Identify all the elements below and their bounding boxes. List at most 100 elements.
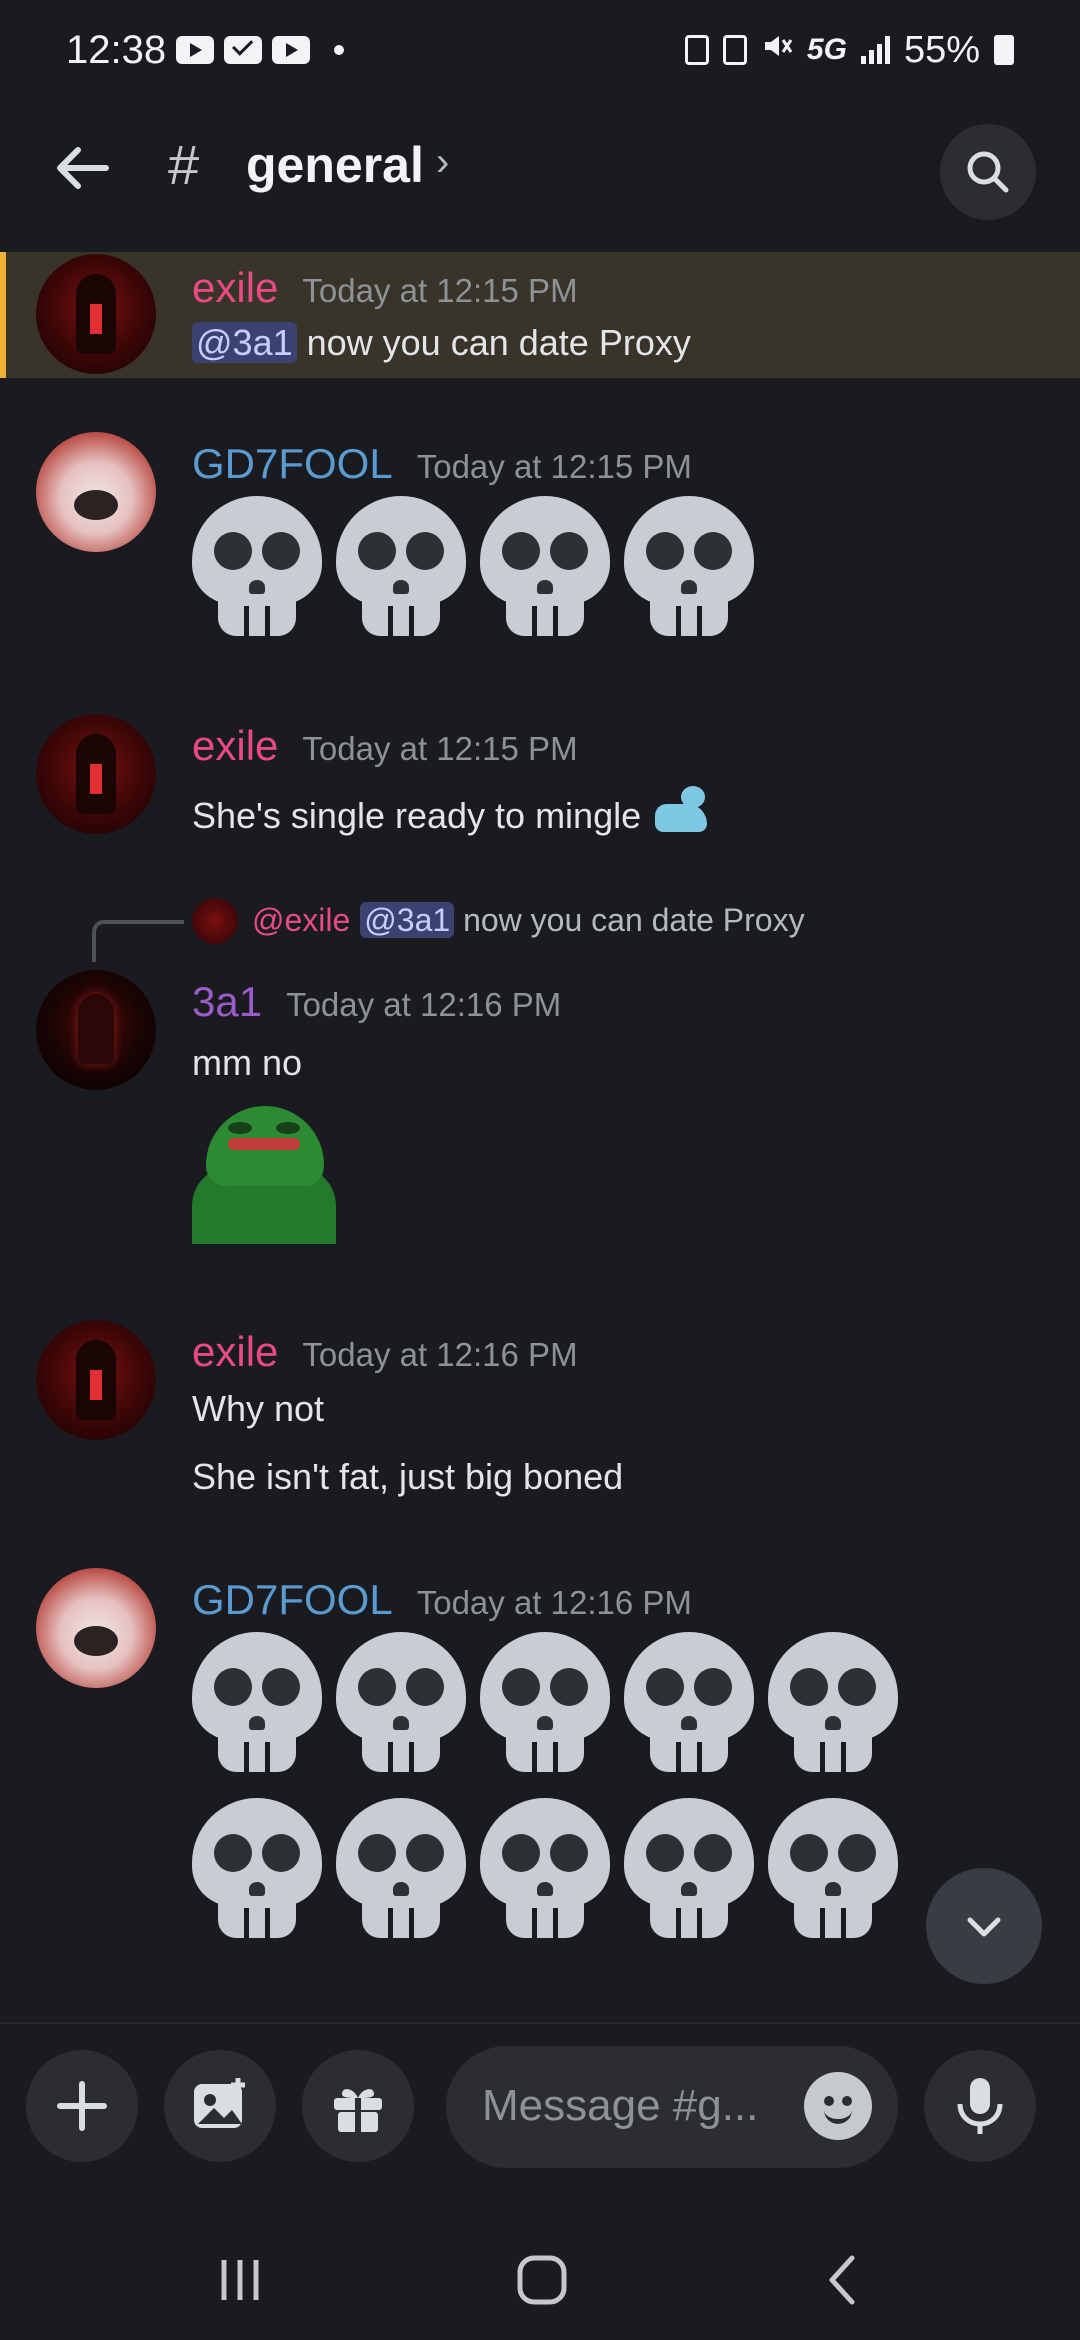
message-text: @3a1 now you can date Proxy	[192, 322, 691, 364]
plus-icon	[57, 2081, 107, 2131]
skull-emoji-icon	[768, 1632, 898, 1772]
message-timestamp: Today at 12:15 PM	[302, 730, 578, 767]
add-attachment-button[interactable]	[26, 2050, 138, 2162]
youtube-icon	[272, 36, 311, 64]
skull-emoji-icon	[768, 1798, 898, 1938]
skull-emoji-icon	[480, 496, 610, 636]
channel-header: # general ›	[0, 110, 1080, 225]
composer-divider	[0, 2022, 1080, 2024]
status-time: 12:38	[66, 27, 167, 72]
channel-hash-icon: #	[168, 133, 200, 196]
skull-emoji-icon	[624, 1798, 754, 1938]
avatar[interactable]	[36, 1568, 156, 1688]
recent-apps-icon	[221, 2260, 259, 2300]
avatar[interactable]	[36, 714, 156, 834]
search-button[interactable]	[940, 124, 1036, 220]
message-header: 3a1 Today at 12:16 PM	[192, 978, 561, 1026]
skull-emoji-icon	[480, 1798, 610, 1938]
message-input[interactable]	[482, 2076, 782, 2136]
reply-avatar	[192, 898, 238, 944]
message-text: mm no	[192, 1042, 303, 1083]
message-timestamp: Today at 12:15 PM	[302, 272, 578, 309]
author-name[interactable]: exile	[192, 264, 278, 312]
battery-icon	[994, 35, 1014, 65]
notification-dot-icon	[334, 45, 345, 55]
network-type: 5G	[806, 33, 847, 66]
message-header: GD7FOOL Today at 12:16 PM	[192, 1576, 692, 1624]
chevron-right-icon[interactable]: ›	[436, 140, 449, 185]
reply-body: now you can date Proxy	[454, 902, 805, 938]
system-back-button[interactable]	[804, 2240, 884, 2320]
back-chevron-icon	[829, 2255, 855, 2305]
status-left: 12:38	[66, 27, 345, 73]
channel-title[interactable]: general	[246, 136, 424, 194]
avatar[interactable]	[36, 254, 156, 374]
emoji-row	[192, 496, 754, 636]
scroll-to-bottom-button[interactable]	[926, 1868, 1042, 1984]
author-name[interactable]: GD7FOOL	[192, 440, 393, 488]
message-item[interactable]: exile Today at 12:16 PM Why not She isn'…	[0, 1318, 1080, 1518]
author-name[interactable]: exile	[192, 1328, 278, 1376]
skull-emoji-icon	[624, 496, 754, 636]
gift-icon	[334, 2089, 382, 2132]
author-name[interactable]: GD7FOOL	[192, 1576, 393, 1624]
skull-emoji-icon	[336, 1632, 466, 1772]
microphone-icon	[957, 2078, 1003, 2134]
dinosaur-emoji-icon	[651, 782, 711, 838]
message-body: now you can date Proxy	[296, 322, 691, 363]
emoji-row	[192, 1798, 898, 1938]
skull-emoji-icon	[192, 1632, 322, 1772]
message-timestamp: Today at 12:15 PM	[416, 448, 692, 485]
message-header: exile Today at 12:15 PM	[192, 264, 578, 312]
status-right: 5G 55%	[684, 29, 1014, 72]
avatar[interactable]	[36, 432, 156, 552]
status-bar: 12:38 5G 55%	[0, 0, 1080, 100]
avatar[interactable]	[36, 1320, 156, 1440]
message-header: GD7FOOL Today at 12:15 PM	[192, 440, 692, 488]
message-timestamp: Today at 12:16 PM	[416, 1584, 692, 1621]
gallery-button[interactable]	[164, 2050, 276, 2162]
pepe-sticker[interactable]	[192, 1106, 336, 1244]
message-header: exile Today at 12:15 PM	[192, 722, 578, 770]
youtube-icon	[176, 36, 215, 64]
message-item[interactable]: GD7FOOL Today at 12:16 PM	[0, 1566, 1080, 1966]
back-arrow-icon[interactable]	[52, 138, 112, 198]
author-name[interactable]: 3a1	[192, 978, 262, 1026]
emoji-button[interactable]	[804, 2072, 872, 2140]
skull-emoji-icon	[192, 1798, 322, 1938]
skull-emoji-icon	[192, 496, 322, 636]
message-text: She isn't fat, just big boned	[192, 1456, 624, 1497]
message-item[interactable]: exile Today at 12:15 PM She's single rea…	[0, 712, 1080, 852]
skull-emoji-icon	[480, 1632, 610, 1772]
recent-apps-button[interactable]	[200, 2240, 280, 2320]
reply-preview[interactable]: @exile @3a1 now you can date Proxy	[252, 902, 805, 939]
home-button[interactable]	[502, 2240, 582, 2320]
skull-emoji-icon	[624, 1632, 754, 1772]
skull-emoji-icon	[336, 1798, 466, 1938]
user-mention[interactable]: @3a1	[192, 322, 297, 363]
message-text: She's single ready to mingle	[192, 782, 711, 838]
message-item[interactable]: GD7FOOL Today at 12:15 PM	[0, 430, 1080, 650]
message-item[interactable]: exile Today at 12:15 PM @3a1 now you can…	[0, 252, 1080, 378]
nfc-icon	[722, 35, 747, 65]
message-timestamp: Today at 12:16 PM	[286, 986, 562, 1023]
mute-icon	[761, 29, 793, 72]
search-icon	[967, 151, 1009, 193]
message-body: She's single ready to mingle	[192, 795, 652, 836]
message-header: exile Today at 12:16 PM	[192, 1328, 578, 1376]
message-timestamp: Today at 12:16 PM	[302, 1336, 578, 1373]
gift-button[interactable]	[302, 2050, 414, 2162]
message-composer	[0, 2046, 1080, 2172]
battery-saver-icon	[684, 35, 709, 65]
emoji-row	[192, 1632, 898, 1772]
smile-icon	[824, 2110, 852, 2124]
voice-message-button[interactable]	[924, 2050, 1036, 2162]
signal-icon	[860, 36, 890, 64]
author-name[interactable]: exile	[192, 722, 278, 770]
home-icon	[517, 2255, 567, 2305]
skull-emoji-icon	[336, 496, 466, 636]
image-icon	[194, 2078, 245, 2128]
avatar[interactable]	[36, 970, 156, 1090]
message-item[interactable]: @exile @3a1 now you can date Proxy 3a1 To…	[0, 890, 1080, 1250]
reply-author: @exile	[252, 902, 351, 938]
